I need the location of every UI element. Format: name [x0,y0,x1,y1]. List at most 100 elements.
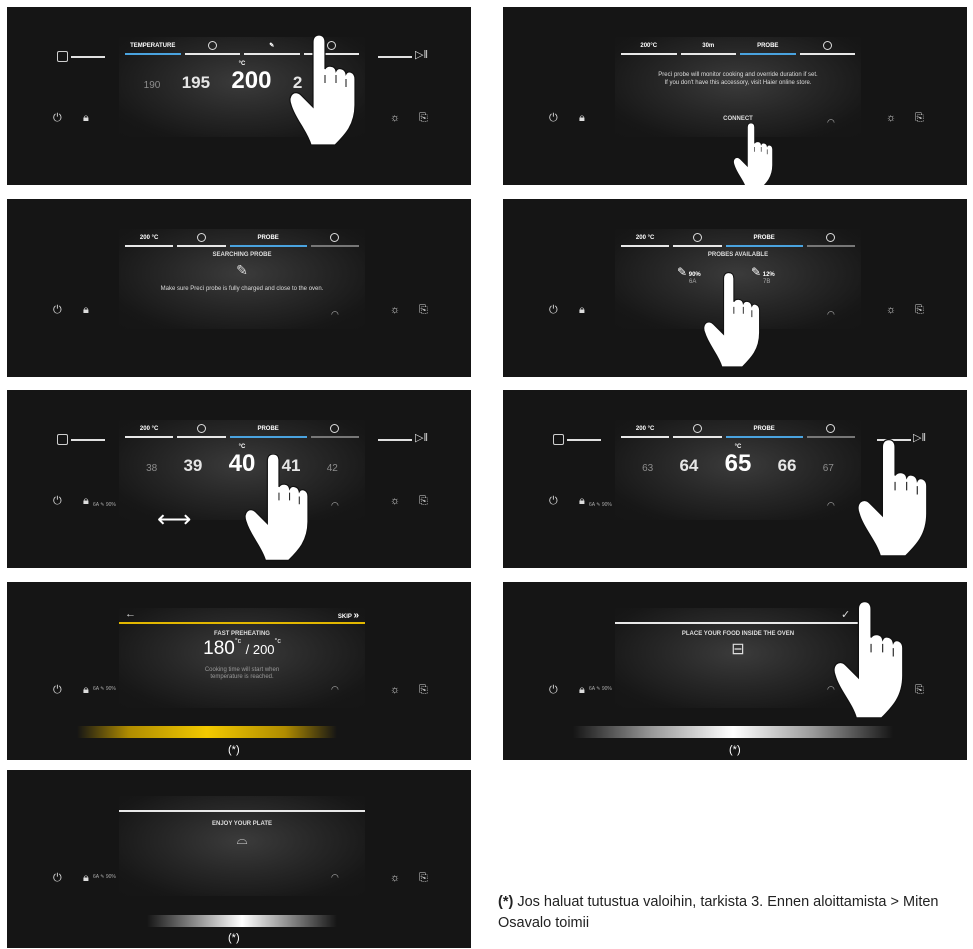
lock-icon[interactable]: 🔒︎ [579,304,585,317]
power-icon[interactable]: ⏻ [549,112,558,125]
end-clock-icon [822,41,832,50]
battery-level: 90% [105,502,116,508]
panel-place-food: ⏻ 🔒︎ ⎘ ✓ PLACE YOUR FOOD INSIDE THE OVEN… [503,582,967,760]
door-icon[interactable] [57,434,68,445]
wifi-icon: ◠ [331,872,339,882]
info-text: temperature is reached. [210,674,274,680]
power-icon[interactable]: ⏻ [549,304,558,317]
power-icon[interactable]: ⏻ [53,684,62,697]
power-icon[interactable]: ⏻ [53,112,62,125]
light-icon[interactable]: ☼ [390,112,400,124]
exit-icon[interactable]: ⎘ [915,304,924,317]
tab-timer[interactable]: 30m [680,41,736,55]
exit-icon[interactable]: ⎘ [915,684,924,697]
clock-icon [196,233,206,242]
power-icon[interactable]: ⏻ [549,495,558,508]
lock-icon[interactable]: 🔒︎ [579,495,585,508]
tab-timer[interactable] [177,233,226,247]
tab-temperature[interactable]: 200 °C [125,233,174,247]
battery-level: 12% [762,272,775,278]
light-icon[interactable]: ☼ [886,304,896,316]
value[interactable]: 63 [642,463,653,474]
value[interactable]: 195 [182,73,210,93]
probe-id: 6A [93,686,99,692]
light-strip-yellow [77,726,337,738]
value[interactable]: 190 [144,80,161,91]
selected-value[interactable]: 65 [725,450,752,478]
wifi-icon: ◠ [331,500,339,510]
light-icon[interactable]: ☼ [390,684,400,696]
enjoy-title: ENJOY YOUR PLATE [211,821,272,827]
probe-temperature-selector[interactable]: 38 39 40 41 42 [119,450,365,478]
tab-temperature[interactable]: 200°C [621,41,677,55]
exit-icon[interactable]: ⎘ [419,112,428,125]
probe-option-1[interactable]: ✎ 90% 6A [677,265,701,285]
info-text: Precì probe will monitor cooking and ove… [658,72,818,78]
power-icon[interactable]: ⏻ [549,684,558,697]
exit-icon[interactable]: ⎘ [915,112,924,125]
lock-icon[interactable]: 🔒︎ [579,684,585,697]
probe-icon: ✎ [100,874,105,880]
tab-temperature[interactable]: 200 °C [125,424,174,438]
power-icon[interactable]: ⏻ [53,495,62,508]
tab-end-time[interactable] [310,233,360,247]
tab-temperature[interactable]: TEMPERATURE [125,41,181,55]
value[interactable]: 38 [146,463,157,474]
tab-bar: 200 °C PROBE [621,233,856,247]
oven-screen: 200 °C PROBE °C 38 39 40 41 42 6A ✎ 90% … [93,420,365,520]
lock-icon[interactable]: 🔒︎ [83,304,89,317]
exit-icon[interactable]: ⎘ [419,872,428,885]
tab-probe[interactable]: PROBE [229,424,307,438]
panel-probe-info: ⏻ 🔒︎ ☼ ⎘ 200°C 30m PROBE Precì probe wil… [503,7,967,185]
play-pause-icon[interactable]: ▷‖ [415,48,428,61]
tab-end-time[interactable] [806,233,856,247]
value[interactable]: 67 [823,463,834,474]
back-arrow-icon[interactable]: ← [125,608,136,620]
light-icon[interactable]: ☼ [390,495,400,507]
searching-title: SEARCHING PROBE [212,252,272,258]
light-icon[interactable]: ☼ [390,304,400,316]
tab-timer[interactable] [184,41,240,55]
door-icon[interactable] [553,434,564,445]
tab-temperature[interactable]: 200 °C [621,233,670,247]
value[interactable]: 66 [778,456,797,476]
left-line [71,56,105,58]
light-icon[interactable]: ☼ [886,112,896,124]
probe-status: 6A ✎ 90% [93,686,116,692]
lock-icon[interactable]: 🔒︎ [83,495,89,508]
connect-button[interactable]: CONNECT [615,115,861,123]
value[interactable]: 64 [679,456,698,476]
hand-pointer-icon [857,438,928,557]
exit-icon[interactable]: ⎘ [419,495,428,508]
battery-level: 90% [601,686,612,692]
door-icon[interactable] [57,51,68,62]
tab-timer[interactable] [177,424,226,438]
selected-value[interactable]: 200 [231,67,271,95]
tab-probe[interactable]: PROBE [229,233,307,247]
lock-icon[interactable]: 🔒︎ [83,112,89,125]
lock-icon[interactable]: 🔒︎ [83,872,89,885]
lock-icon[interactable]: 🔒︎ [83,684,89,697]
tab-end-time[interactable] [310,424,360,438]
tab-end-time[interactable] [799,41,855,55]
power-icon[interactable]: ⏻ [53,304,62,317]
tab-probe[interactable]: PROBE [740,41,796,55]
exit-icon[interactable]: ⎘ [419,684,428,697]
current-temp: 180 [203,638,235,659]
probe-icon: ✎ [100,502,105,508]
value[interactable]: 42 [327,463,338,474]
tab-probe[interactable]: PROBE [725,233,803,247]
light-icon[interactable]: ☼ [390,872,400,884]
skip-button[interactable]: SKIP » [338,610,359,621]
tab-temperature[interactable]: 200 °C [621,424,670,438]
lock-icon[interactable]: 🔒︎ [579,112,585,125]
tab-timer[interactable] [673,424,722,438]
exit-icon[interactable]: ⎘ [419,304,428,317]
power-icon[interactable]: ⏻ [53,872,62,885]
value[interactable]: 39 [183,456,202,476]
tab-end-time[interactable] [806,424,856,438]
play-pause-icon[interactable]: ▷‖ [415,431,428,444]
probe-temperature-selector[interactable]: 63 64 65 66 67 [615,450,861,478]
tab-probe[interactable]: PROBE [725,424,803,438]
tab-timer[interactable] [673,233,722,247]
